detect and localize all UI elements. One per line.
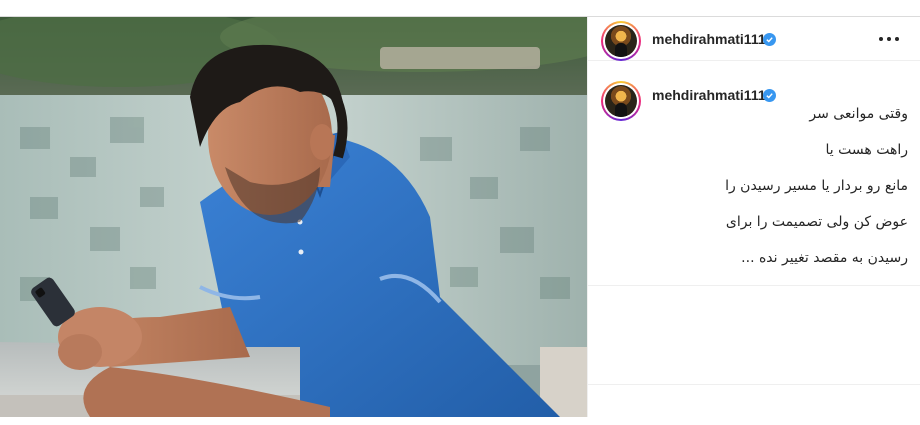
author-username[interactable]: mehdirahmati111 (652, 31, 766, 47)
avatar-image (605, 25, 637, 57)
caption-line: عوض کن ولی تصمیمت را برای (725, 214, 908, 230)
caption-line: مانع رو بردار یا مسیر رسیدن را (725, 178, 908, 194)
verified-badge-icon (763, 33, 776, 46)
avatar-frame (603, 83, 639, 119)
divider (588, 384, 920, 385)
caption-line: رسیدن به مقصد تغییر نده ... (741, 250, 908, 266)
more-options-icon[interactable] (879, 31, 899, 47)
avatar-image (605, 85, 637, 117)
dot-icon (895, 37, 899, 41)
post-header: mehdirahmati111 (588, 17, 920, 61)
caption-avatar[interactable] (601, 81, 641, 121)
dot-icon (879, 37, 883, 41)
post-image (0, 17, 587, 417)
page-top-bar (0, 0, 920, 16)
dot-icon (887, 37, 891, 41)
profile-avatar[interactable] (601, 21, 641, 61)
avatar-frame (603, 23, 639, 59)
post-card: mehdirahmati111 mehdirahmati111 وقتی موا… (0, 16, 920, 417)
caption-line: وقتی موانعی سر (809, 106, 908, 122)
caption-text: وقتی موانعی سر راهت هست یا مانع رو بردار… (652, 87, 908, 285)
post-sidebar: mehdirahmati111 mehdirahmati111 وقتی موا… (587, 17, 920, 417)
caption-line: راهت هست یا (825, 142, 908, 158)
divider (588, 285, 920, 286)
post-photo[interactable] (0, 17, 587, 417)
